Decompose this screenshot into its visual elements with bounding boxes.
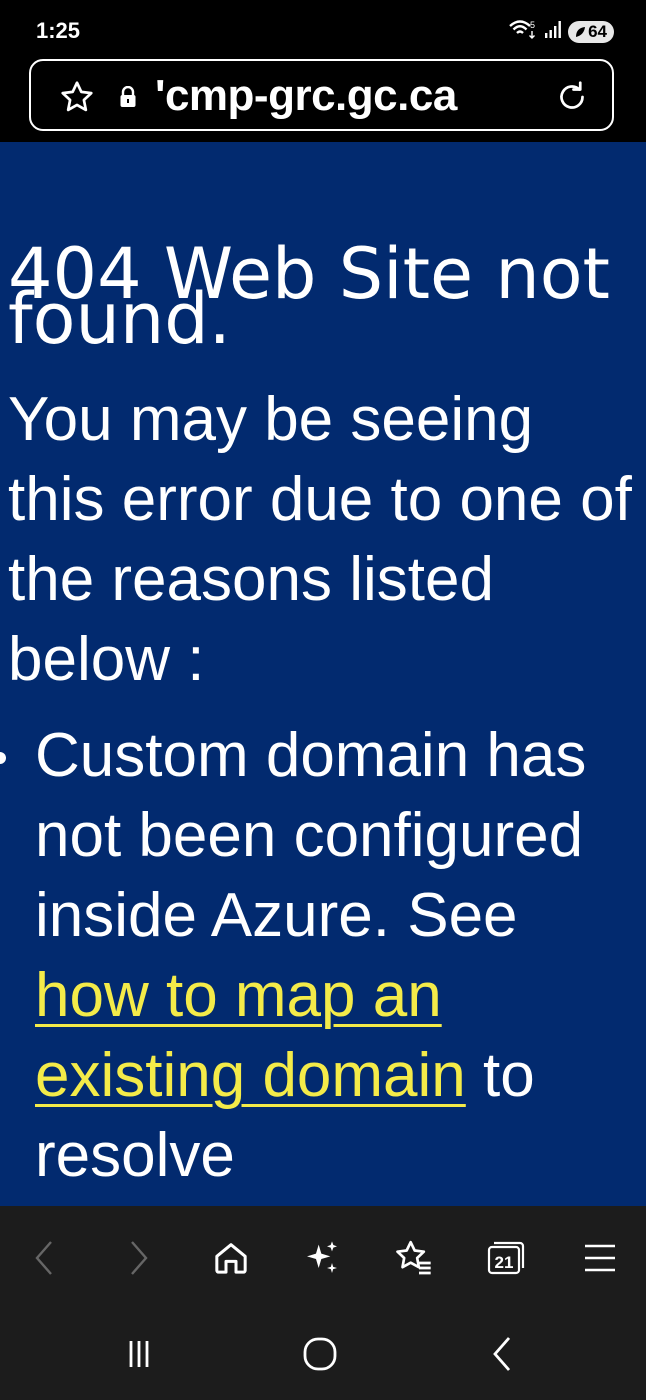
forward-arrow-icon[interactable] xyxy=(115,1234,163,1282)
system-nav-bar xyxy=(0,1306,646,1400)
status-time: 1:25 xyxy=(36,18,81,43)
tabs-icon[interactable]: 21 xyxy=(482,1234,530,1282)
home-circle-icon[interactable] xyxy=(295,1334,345,1374)
reload-icon[interactable] xyxy=(554,79,590,120)
url-text[interactable]: 'cmp-grc.gc.ca xyxy=(155,71,457,121)
browser-top-bar: 'cmp-grc.gc.ca xyxy=(0,58,646,142)
battery-level: 64 xyxy=(588,21,607,41)
back-chevron-icon[interactable] xyxy=(477,1334,527,1374)
back-arrow-icon[interactable] xyxy=(20,1234,68,1282)
battery-indicator: 64 xyxy=(568,20,614,43)
browser-toolbar: 21 xyxy=(0,1206,646,1306)
bookmark-star-icon[interactable] xyxy=(59,79,95,120)
home-icon[interactable] xyxy=(207,1234,255,1282)
bookmarks-icon[interactable] xyxy=(390,1234,438,1282)
reason-text: Custom domain has not been configured in… xyxy=(35,721,587,950)
sparkles-icon[interactable] xyxy=(298,1234,346,1282)
error-heading: 404 Web Site not found. xyxy=(8,233,611,360)
map-domain-link[interactable]: how to map an existing domain xyxy=(35,961,466,1110)
tab-count: 21 xyxy=(495,1253,514,1272)
leaf-icon xyxy=(576,26,586,37)
recent-apps-icon[interactable] xyxy=(114,1334,164,1374)
bullet-icon xyxy=(0,752,6,764)
lock-icon[interactable] xyxy=(119,85,137,113)
status-icons: 5 64 xyxy=(508,18,614,45)
reasons-list: Custom domain has not been configured in… xyxy=(0,716,646,1196)
page-content: 404 Web Site not found. You may be seein… xyxy=(0,142,646,1206)
error-intro: You may be seeing this error due to one … xyxy=(8,385,632,694)
wifi-icon: 5 xyxy=(508,18,538,45)
signal-icon xyxy=(544,20,562,43)
list-item: Custom domain has not been configured in… xyxy=(0,716,605,1196)
wifi-badge: 5 xyxy=(530,20,535,30)
status-bar: 1:25 5 64 xyxy=(0,0,646,58)
address-bar[interactable]: 'cmp-grc.gc.ca xyxy=(29,59,614,131)
menu-icon[interactable] xyxy=(576,1234,624,1282)
